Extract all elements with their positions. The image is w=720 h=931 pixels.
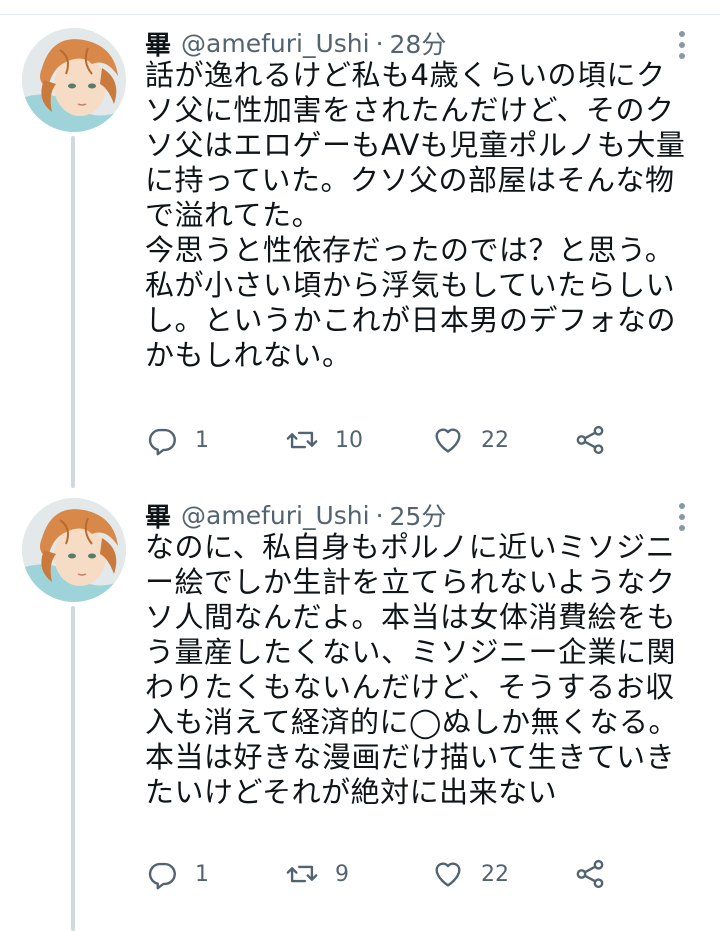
reply-icon — [148, 862, 176, 890]
share-button[interactable] — [573, 852, 607, 896]
display-name[interactable]: 畢 — [145, 25, 171, 62]
tweet-actions: 1 9 22 — [145, 852, 615, 896]
tweet-header: 畢 @amefuri_Ushi · 28分 — [145, 23, 446, 63]
retweet-count: 10 — [335, 427, 363, 453]
share-icon — [576, 425, 604, 455]
retweet-count: 9 — [335, 861, 349, 887]
reply-button[interactable]: 1 — [145, 852, 209, 896]
tweet-text: なのに、私自身もポルノに近いミソジニー絵でしか生計を立てられないようなクソ人間な… — [145, 530, 679, 809]
like-count: 22 — [481, 427, 509, 453]
share-button[interactable] — [573, 418, 607, 462]
reply-count: 1 — [195, 427, 209, 453]
user-handle[interactable]: @amefuri_Ushi — [181, 29, 370, 58]
tweet[interactable]: 畢 @amefuri_Ushi · 28分 話が逸れるけど私も4歳くらいの頃にク… — [0, 0, 720, 480]
reply-count: 1 — [195, 861, 209, 887]
separator: · — [375, 28, 384, 58]
timestamp[interactable]: 28分 — [390, 25, 447, 61]
separator: · — [375, 500, 384, 530]
user-handle[interactable]: @amefuri_Ushi — [181, 501, 370, 530]
display-name[interactable]: 畢 — [145, 497, 171, 534]
avatar[interactable] — [22, 498, 126, 602]
heart-icon — [435, 862, 461, 887]
like-button[interactable]: 22 — [431, 418, 509, 462]
reply-button[interactable]: 1 — [145, 418, 209, 462]
tweet-text: 話が逸れるけど私も4歳くらいの頃にクソ父に性加害をされたんだけど、そのクソ父はエ… — [145, 58, 686, 372]
timestamp[interactable]: 25分 — [390, 497, 447, 533]
reply-icon — [148, 428, 176, 456]
retweet-icon — [286, 865, 318, 883]
like-button[interactable]: 22 — [431, 852, 509, 896]
tweet-actions: 1 10 22 — [145, 418, 615, 462]
tweet[interactable]: 畢 @amefuri_Ushi · 25分 なのに、私自身もポルノに近いミソジニ… — [0, 490, 720, 931]
retweet-button[interactable]: 10 — [285, 418, 363, 462]
retweet-button[interactable]: 9 — [285, 852, 349, 896]
avatar[interactable] — [22, 28, 126, 132]
share-icon — [576, 859, 604, 889]
tweet-header: 畢 @amefuri_Ushi · 25分 — [145, 495, 446, 535]
like-count: 22 — [481, 861, 509, 887]
retweet-icon — [286, 431, 318, 449]
heart-icon — [435, 428, 461, 453]
